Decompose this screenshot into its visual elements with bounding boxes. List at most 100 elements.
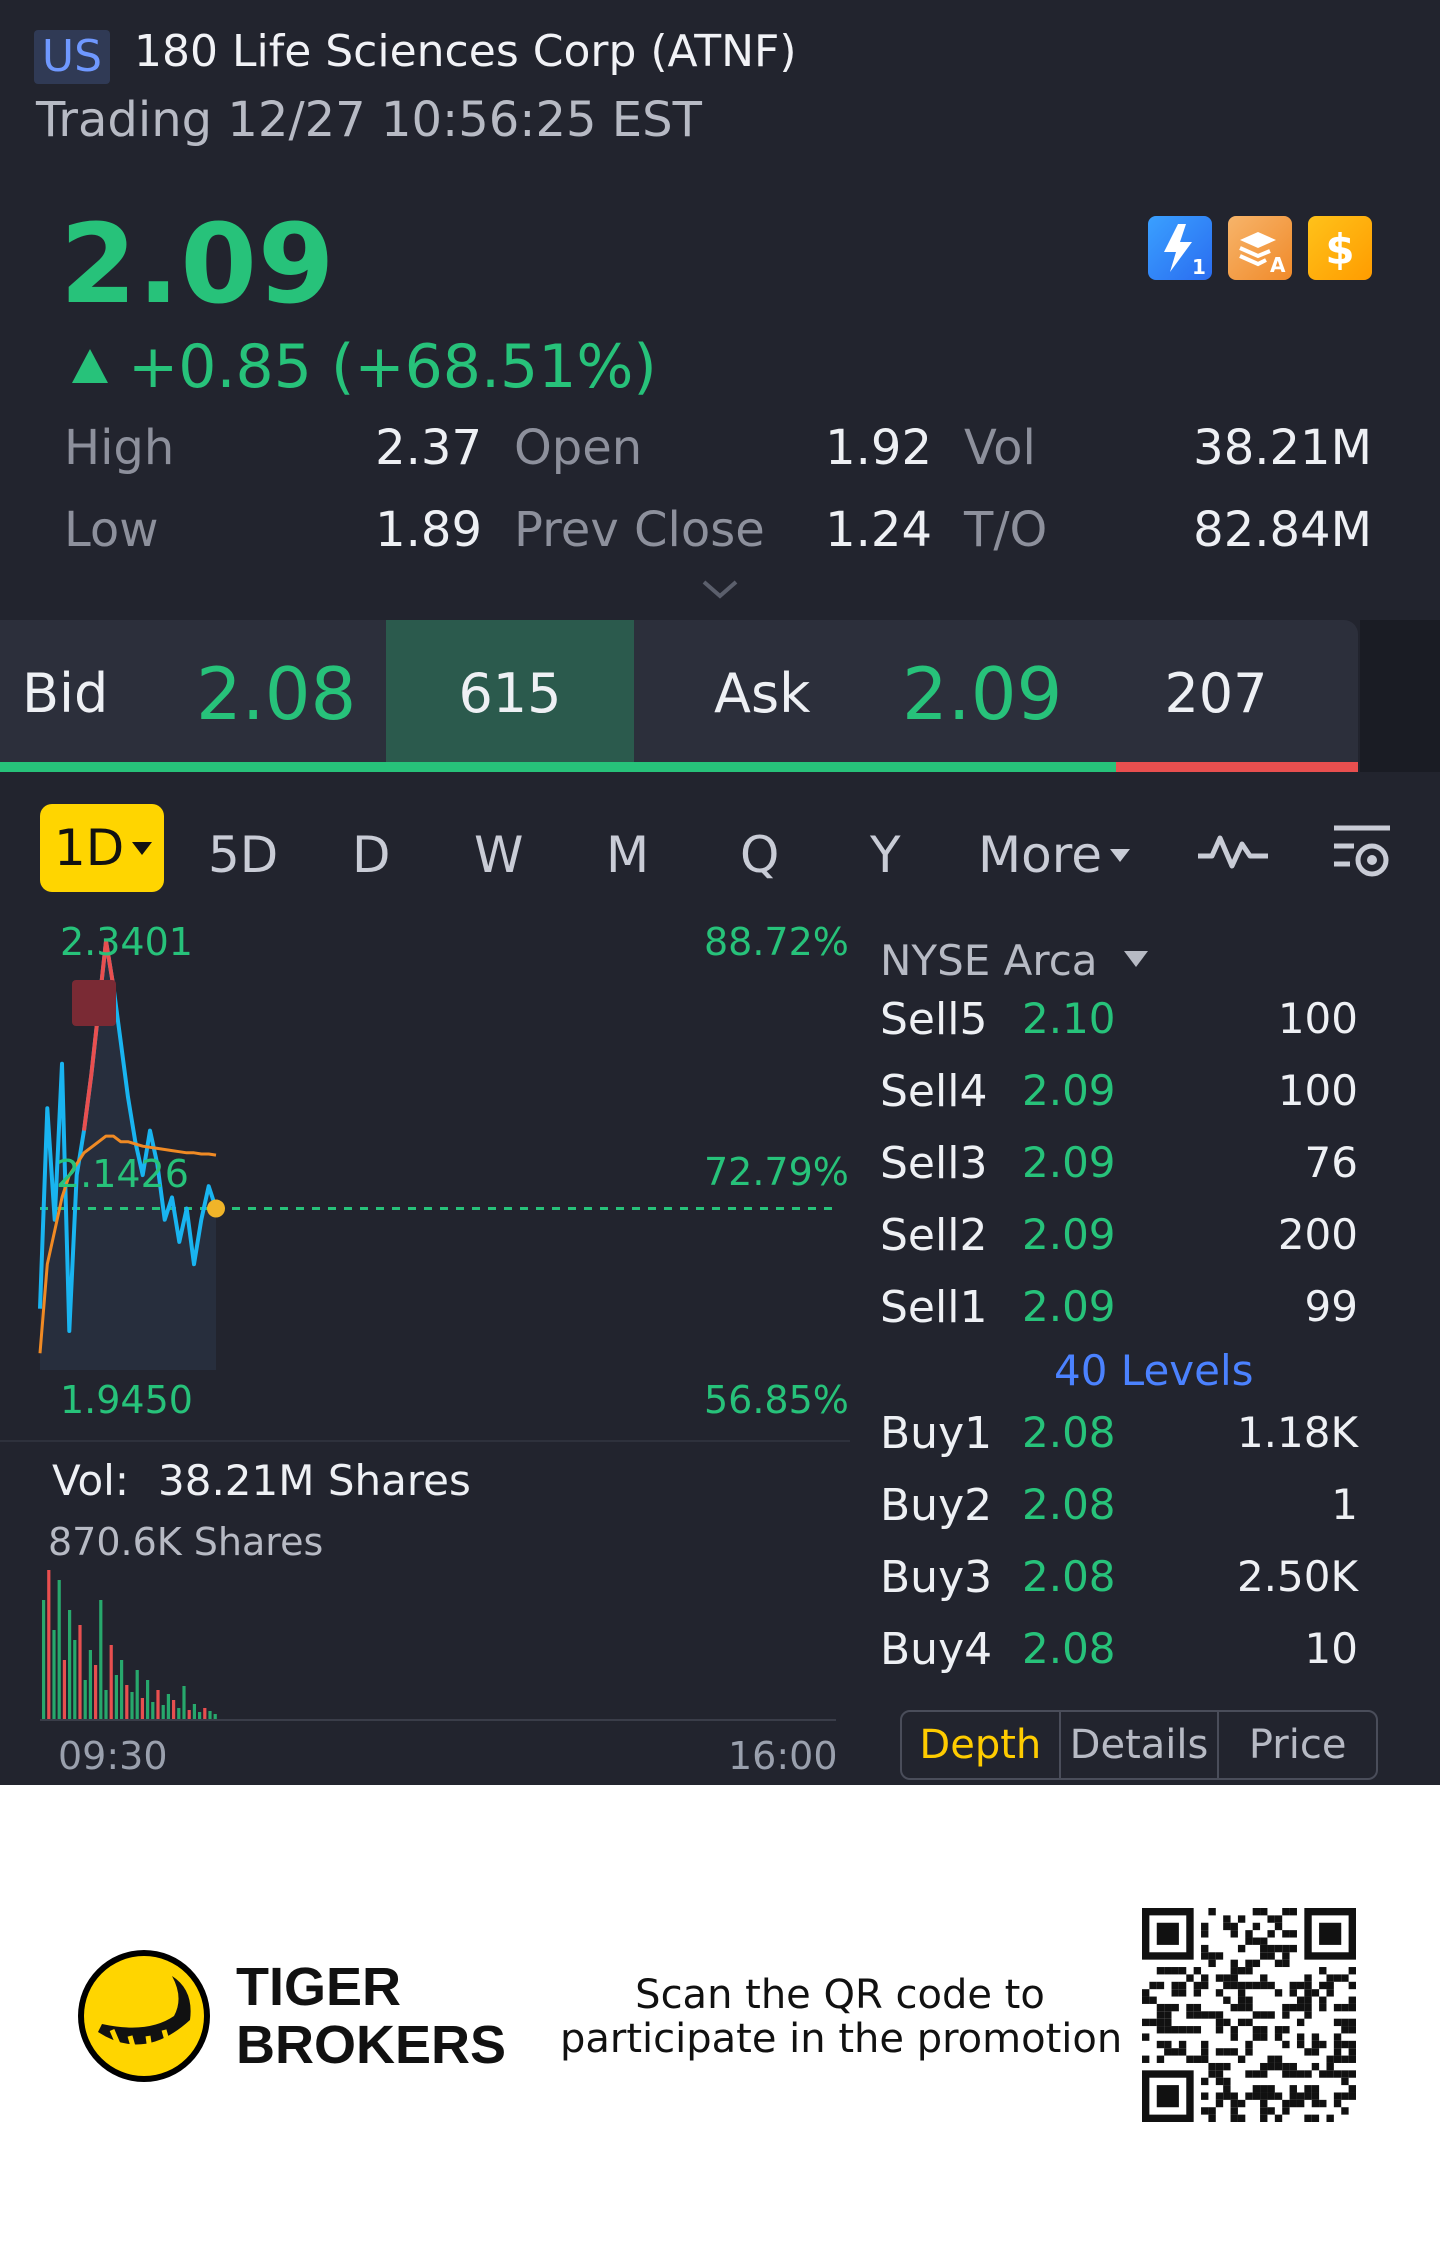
open-label: Open xyxy=(514,420,643,476)
lightning-level1-icon[interactable]: 1 xyxy=(1148,216,1212,280)
tab-price[interactable]: Price xyxy=(1219,1712,1376,1778)
chart-min-pct: 56.85% xyxy=(704,1378,849,1422)
low-label: Low xyxy=(64,502,159,558)
volume-bar xyxy=(42,1600,46,1720)
depth-row-price: 2.08 xyxy=(1022,1552,1116,1601)
volume-bar xyxy=(52,1630,56,1720)
volume-bar xyxy=(198,1712,202,1720)
depth-row-label: Sell1 xyxy=(880,1282,988,1333)
depth-row-qty: 100 xyxy=(1277,994,1358,1043)
caret-down-icon xyxy=(132,842,153,855)
bid-size: 615 xyxy=(458,662,562,725)
svg-text:1: 1 xyxy=(1192,255,1206,279)
depth-row-price: 2.09 xyxy=(1022,1282,1116,1331)
high-marker xyxy=(72,980,116,1026)
volume-bar xyxy=(151,1702,155,1720)
tab-1d[interactable]: 1D xyxy=(40,804,164,892)
indicator-wave-icon[interactable] xyxy=(1196,822,1270,878)
tab-m[interactable]: M xyxy=(606,820,649,890)
depth-row-price: 2.10 xyxy=(1022,994,1116,1043)
volume-label: Vol: xyxy=(52,1456,129,1505)
volume-bar xyxy=(135,1670,139,1720)
promo-text-line2: participate in the promotion xyxy=(560,2016,1123,2062)
depth-row-price: 2.08 xyxy=(1022,1408,1116,1457)
tab-details[interactable]: Details xyxy=(1061,1712,1220,1778)
bid-label: Bid xyxy=(22,662,109,725)
ask-label: Ask xyxy=(714,662,811,725)
depth-row-qty: 1.18K xyxy=(1236,1408,1358,1457)
depth-levels-link[interactable]: 40 Levels xyxy=(1054,1346,1254,1395)
volume-bar xyxy=(78,1625,82,1720)
brand-name-line1: TIGER xyxy=(236,1957,402,2017)
prev-close-value: 1.24 xyxy=(825,502,932,558)
volume-bar xyxy=(130,1692,134,1720)
volume-bar xyxy=(203,1708,207,1720)
depth-row-price: 2.09 xyxy=(1022,1210,1116,1259)
ask-price: 2.09 xyxy=(902,652,1063,736)
ask-size: 207 xyxy=(1164,662,1268,725)
tab-y[interactable]: Y xyxy=(870,820,901,890)
volume-bar xyxy=(146,1680,150,1720)
exchange-name: NYSE Arca xyxy=(880,936,1098,985)
depth-row-price: 2.09 xyxy=(1022,1066,1116,1115)
volume-bar xyxy=(104,1690,108,1720)
volume-bar xyxy=(125,1685,129,1720)
volume-bar xyxy=(62,1660,66,1720)
chart-max-pct: 88.72% xyxy=(704,920,849,964)
volume-bar xyxy=(47,1570,51,1720)
svg-text:A: A xyxy=(1270,253,1286,277)
volume-value: 38.21M Shares xyxy=(158,1456,471,1505)
tab-w[interactable]: W xyxy=(474,820,523,890)
market-region-badge: US xyxy=(34,30,110,84)
time-end: 16:00 xyxy=(728,1734,838,1778)
depth-row-price: 2.08 xyxy=(1022,1480,1116,1529)
open-value: 1.92 xyxy=(825,420,932,476)
depth-row-qty: 1 xyxy=(1331,1480,1358,1529)
low-value: 1.89 xyxy=(375,502,482,558)
volume-bar xyxy=(73,1640,77,1720)
volume-bar xyxy=(140,1698,144,1720)
depth-row-label: Buy2 xyxy=(880,1480,993,1531)
depth-row-label: Sell5 xyxy=(880,994,988,1045)
depth-row-label: Sell3 xyxy=(880,1138,988,1189)
tab-d[interactable]: D xyxy=(352,820,391,890)
stack-a-icon[interactable]: A xyxy=(1228,216,1292,280)
volume-bar xyxy=(182,1686,186,1720)
depth-row-qty: 76 xyxy=(1304,1138,1358,1187)
volume-bar xyxy=(208,1711,212,1720)
volume-bar xyxy=(156,1690,160,1720)
exchange-selector[interactable]: NYSE Arca xyxy=(880,936,1148,985)
tab-q[interactable]: Q xyxy=(740,820,779,890)
depth-row-price: 2.08 xyxy=(1022,1624,1116,1673)
turnover-value: 82.84M xyxy=(1193,502,1372,558)
tab-depth[interactable]: Depth xyxy=(902,1712,1061,1778)
caret-down-icon xyxy=(1109,849,1130,862)
bid-ratio-bar xyxy=(0,762,1116,772)
chart-settings-icon[interactable] xyxy=(1328,820,1396,882)
volume-bar xyxy=(161,1705,165,1720)
bid-price: 2.08 xyxy=(196,652,357,736)
brand-name-line2: BROKERS xyxy=(236,2015,507,2075)
dollar-icon[interactable]: $ xyxy=(1308,216,1372,280)
depth-row-qty: 200 xyxy=(1277,1210,1358,1259)
promo-text-line1: Scan the QR code to xyxy=(635,1972,1045,2018)
volume-bar xyxy=(172,1700,176,1720)
ask-ratio-bar xyxy=(1116,762,1358,772)
chart-divider xyxy=(0,1440,850,1442)
time-start: 09:30 xyxy=(58,1734,168,1778)
volume-bar xyxy=(68,1610,72,1720)
chevron-down-icon[interactable] xyxy=(700,578,740,602)
volume-bar xyxy=(114,1675,118,1720)
bid-ask-side-panel xyxy=(1360,620,1440,772)
chart-mid-price: 2.1426 xyxy=(56,1152,189,1196)
tab-5d[interactable]: 5D xyxy=(208,820,278,890)
tab-more[interactable]: More xyxy=(978,820,1130,890)
depth-row-qty: 2.50K xyxy=(1236,1552,1358,1601)
stock-quote-screen: US 180 Life Sciences Corp (ATNF) Trading… xyxy=(0,0,1440,1785)
vol-value: 38.21M xyxy=(1193,420,1372,476)
volume-bar xyxy=(187,1710,191,1720)
volume-bar xyxy=(57,1580,61,1720)
price-change-value: +0.85 (+68.51%) xyxy=(128,332,657,402)
depth-row-label: Buy4 xyxy=(880,1624,993,1675)
depth-row-label: Buy3 xyxy=(880,1552,993,1603)
